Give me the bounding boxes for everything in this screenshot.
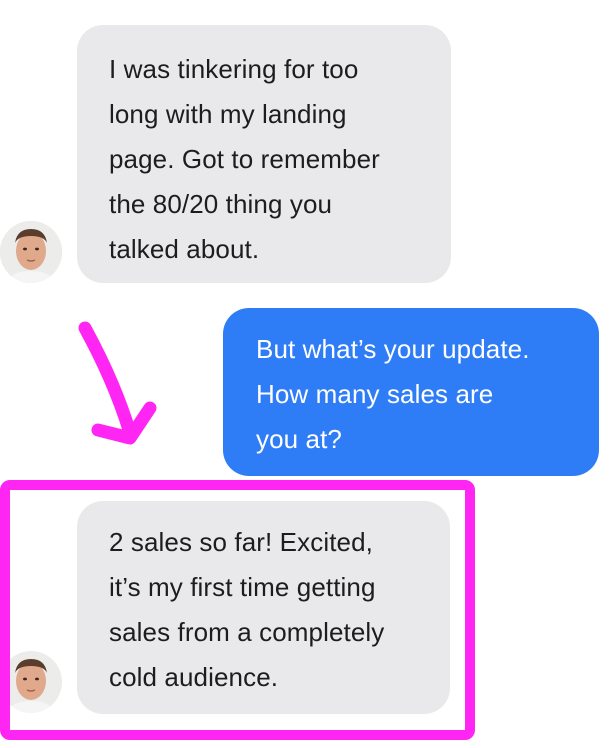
message-bubble-outgoing[interactable]: But what’s your update. How many sales a…	[223, 308, 599, 476]
message-text-line: How many sales are	[256, 379, 494, 409]
message-text-line: long with my landing	[109, 99, 347, 129]
arrow-down-right-icon	[78, 321, 157, 445]
message-text-line: you at?	[256, 424, 342, 454]
message-text-line: I was tinkering for too	[109, 54, 359, 84]
message-text-line: sales from a completely	[109, 617, 385, 647]
avatar-photo-icon	[0, 651, 62, 713]
message-text-line: 2 sales so far! Excited,	[109, 527, 373, 557]
message-bubble-incoming[interactable]: I was tinkering for too long with my lan…	[77, 25, 451, 283]
message-bubble-incoming[interactable]: 2 sales so far! Excited, it’s my first t…	[77, 501, 450, 714]
avatar[interactable]	[0, 221, 62, 283]
message-text-line: page. Got to remember	[109, 144, 380, 174]
message-text-line: talked about.	[109, 234, 260, 264]
avatar-photo-icon	[0, 221, 62, 283]
message-text-line: the 80/20 thing you	[109, 189, 333, 219]
avatar[interactable]	[0, 651, 62, 713]
message-text-line: cold audience.	[109, 662, 279, 692]
message-text-line: it’s my first time getting	[109, 572, 376, 602]
message-text-line: But what’s your update.	[256, 334, 530, 364]
